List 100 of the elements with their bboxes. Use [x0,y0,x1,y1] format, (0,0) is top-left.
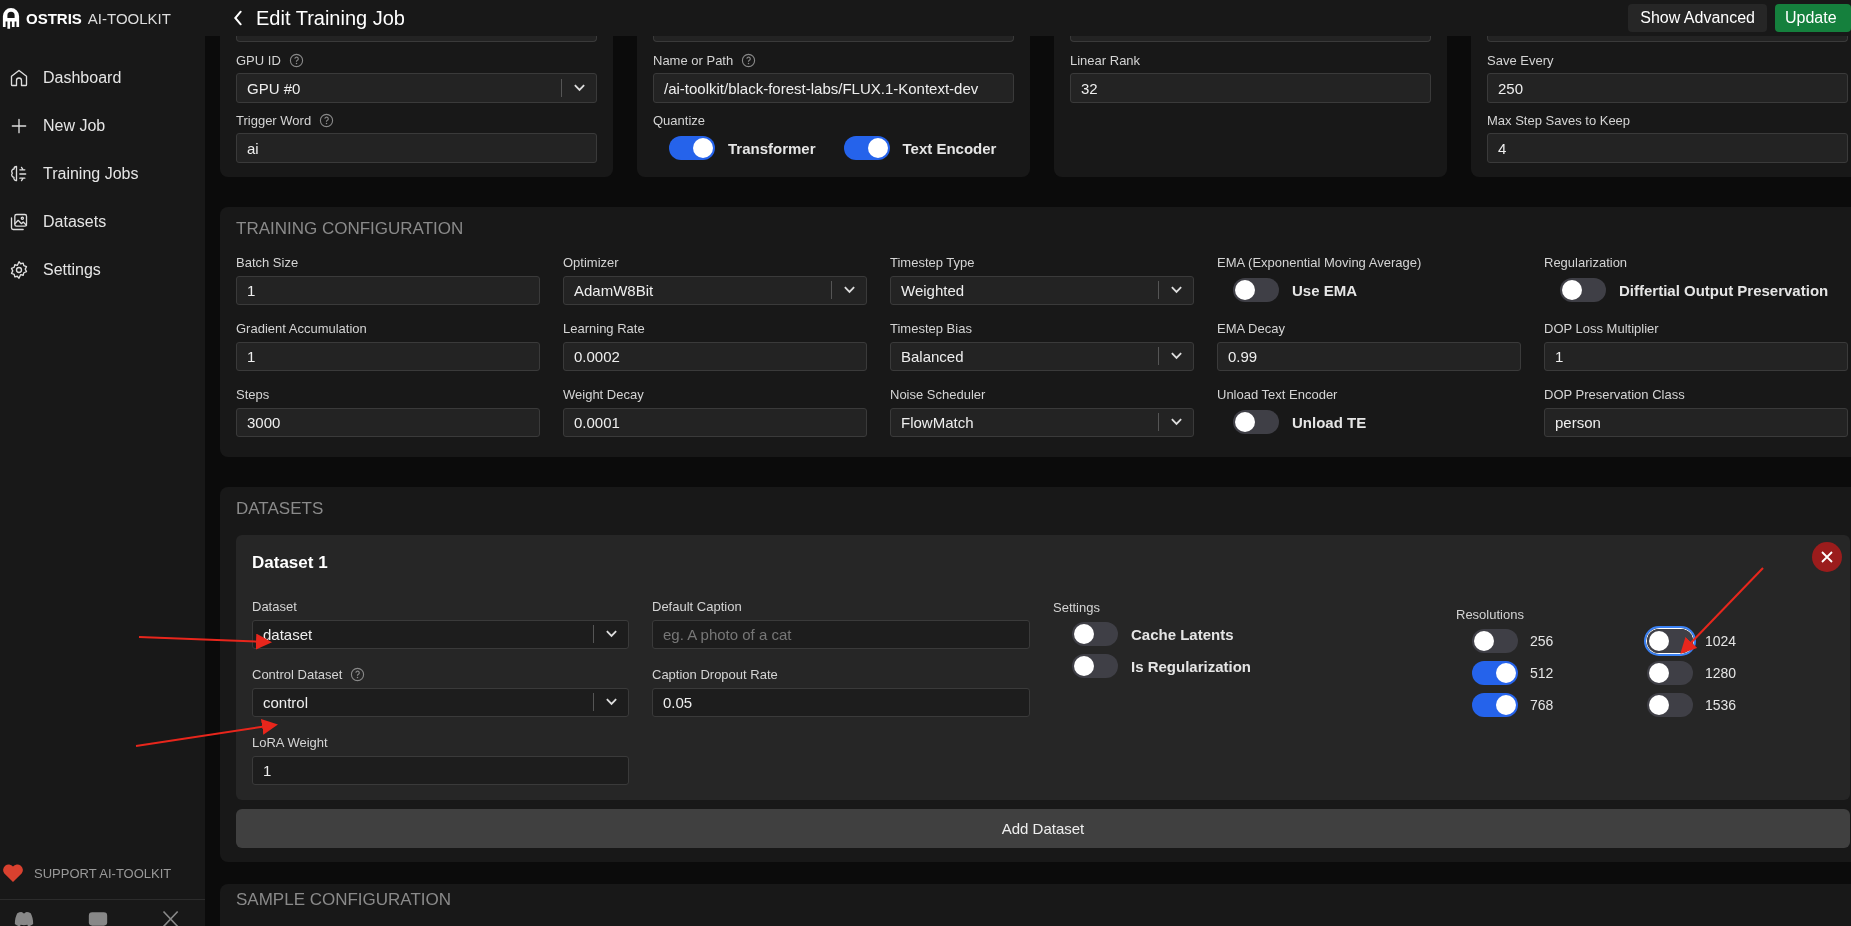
support-link[interactable]: SUPPORT AI-TOOLKIT [0,859,205,887]
toggle-switch[interactable] [1647,693,1693,717]
field-label: Gradient Accumulation [236,321,367,337]
close-icon [1820,550,1834,564]
chevron-down-icon [1170,418,1183,427]
field-label: Caption Dropout Rate [652,667,778,683]
field-label: Settings [1053,599,1100,615]
field-label: Save Every [1487,52,1554,68]
input-field[interactable]: 1 [236,275,540,305]
input-field[interactable]: 1 [252,755,629,785]
sidebar-item[interactable]: Dashboard [0,66,205,90]
dataset-title: Dataset 1 [252,552,328,574]
toggle-label: Is Regularization [1131,657,1252,675]
toggle-switch[interactable] [1072,654,1118,678]
home-icon [9,68,29,88]
toggle-switch[interactable] [1472,693,1518,717]
x-icon[interactable] [161,910,181,926]
field-label: Noise Scheduler [890,387,986,403]
advanced-button[interactable]: Show Advanced [1628,4,1767,32]
field-label: DOP Loss Multiplier [1544,321,1659,337]
toggle-switch[interactable] [843,136,890,160]
chevron-down-icon [1170,352,1183,361]
input-field[interactable]: 32 [1070,73,1431,103]
field-label: GPU ID [236,52,281,68]
help-icon[interactable] [319,112,335,128]
sidebar-item[interactable]: Datasets [0,210,205,234]
toggle-label: 512 [1530,665,1554,681]
select-field[interactable]: FlowMatch [890,407,1194,437]
toggle-switch[interactable] [1233,410,1279,435]
chevron-down-icon [843,286,856,295]
field-label: Control Dataset [252,667,343,683]
toggle-switch[interactable] [1647,661,1693,685]
input-field[interactable]: ai [236,133,597,163]
plus-icon [9,116,29,136]
input-field[interactable]: 0.99 [1217,341,1521,371]
select-field[interactable]: AdamW8Bit [563,275,867,305]
toggle-label: Differtial Output Preservation [1619,281,1829,299]
field-label: Regularization [1544,255,1628,271]
field-label: EMA (Exponential Moving Average) [1217,255,1422,271]
select-field[interactable]: Weighted [890,275,1194,305]
field-label: LoRA Weight [252,735,328,751]
select-field[interactable]: control [252,687,629,717]
toggle-label: 1280 [1705,665,1737,681]
field-label: EMA Decay [1217,321,1285,337]
input-field[interactable]: 250 [1487,73,1848,103]
help-icon[interactable] [741,52,757,68]
field-label: Quantize [653,112,706,128]
sidebar-item[interactable]: Training Jobs [0,162,205,186]
toggle-switch[interactable] [1560,278,1606,303]
field-label: Trigger Word [236,112,312,128]
toggle-label: 1024 [1705,633,1737,649]
toggle-switch[interactable] [1472,629,1518,653]
field-label: Dataset [252,599,297,615]
input-field[interactable]: /ai-toolkit/black-forest-labs/FLUX.1-Kontext-dev [653,73,1014,103]
toggle-label: Text Encoder [902,139,997,157]
field-label: Linear Rank [1070,52,1141,68]
toggle-switch[interactable] [1072,622,1118,646]
toggle-switch[interactable] [669,136,715,160]
toggle-label: Unload TE [1292,413,1367,431]
input-field[interactable]: 4 [1487,133,1848,163]
chevron-down-icon [605,630,618,639]
toggle-switch[interactable] [1472,661,1518,685]
input-field[interactable]: 1 [236,341,540,371]
chevron-down-icon [605,698,618,707]
help-icon[interactable] [288,52,304,68]
input-field[interactable]: 3000 [236,407,540,437]
input-field[interactable]: 0.0002 [563,341,867,371]
add-dataset-button[interactable]: Add Dataset [236,809,1850,848]
close-button[interactable] [1812,542,1842,572]
update-button[interactable]: Update [1775,4,1851,32]
field-label: Default Caption [652,599,742,615]
field-label: Timestep Type [890,255,975,271]
field-label: Learning Rate [563,321,645,337]
help-icon[interactable] [350,667,366,683]
input-field[interactable]: person [1544,407,1848,437]
toggle-label: Cache Latents [1131,625,1234,643]
select-field[interactable]: GPU #0 [236,73,597,103]
images-icon [9,212,29,232]
toggle-label: Use EMA [1292,281,1358,299]
select-field[interactable]: Balanced [890,341,1194,371]
input-field[interactable]: 1 [1544,341,1848,371]
field-label: Batch Size [236,255,299,271]
sidebar-item[interactable]: New Job [0,114,205,138]
field-label: Weight Decay [563,387,644,403]
heart-icon [2,863,24,883]
logo-icon [2,7,20,29]
input-field[interactable]: eg. A photo of a cat [652,619,1030,649]
sidebar-item[interactable]: Settings [0,258,205,282]
input-field[interactable]: 0.05 [652,687,1030,717]
back-icon[interactable] [232,9,244,27]
toggle-switch[interactable] [1233,278,1279,303]
chevron-down-icon [1170,286,1183,295]
section-title: SAMPLE CONFIGURATION [236,890,453,910]
brand-subtitle: AI-TOOLKIT [87,9,171,27]
select-field[interactable]: dataset [252,619,629,649]
toggle-label: 256 [1530,633,1554,649]
gear-icon [9,260,29,280]
input-field[interactable]: 0.0001 [563,407,867,437]
section-title: TRAINING CONFIGURATION [236,219,465,239]
field-label: Name or Path [653,52,734,68]
